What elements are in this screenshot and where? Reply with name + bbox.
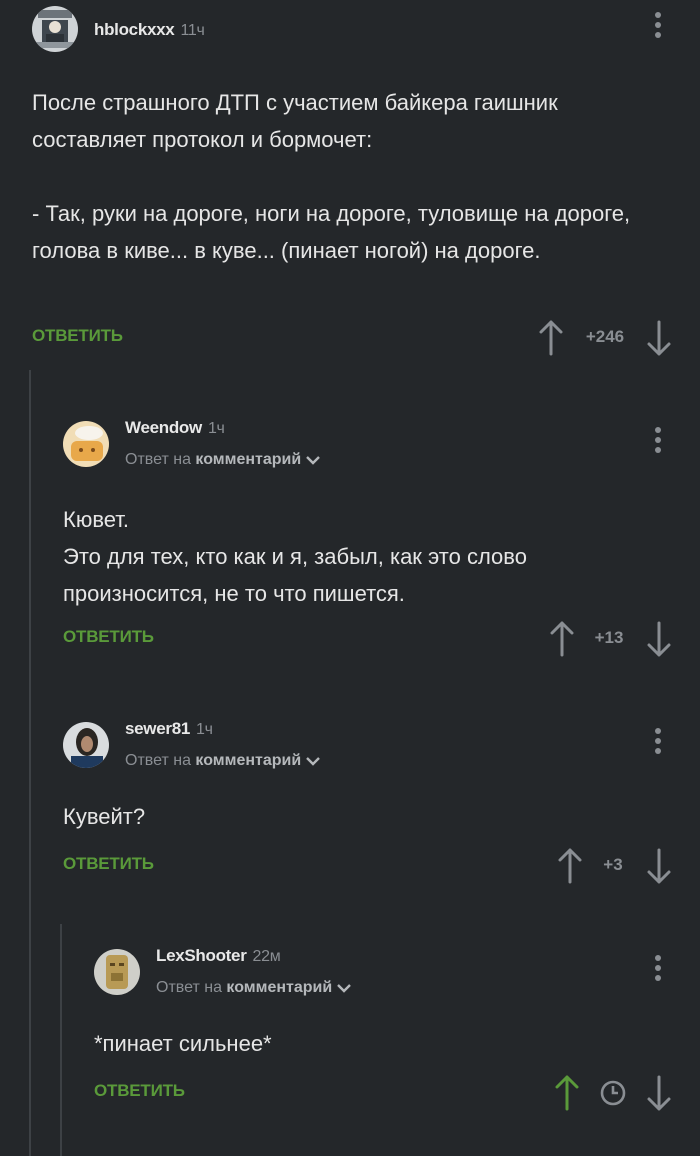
thread-line-level-2 — [60, 924, 62, 1156]
kebab-menu-icon[interactable] — [653, 955, 663, 985]
reply-button[interactable]: ОТВЕТИТЬ — [63, 854, 154, 874]
upvote-arrow-icon[interactable] — [557, 846, 583, 886]
comment-header: Weendow 1ч Ответ на комментарий — [63, 415, 672, 469]
chevron-down-icon[interactable] — [305, 454, 321, 466]
comment-lexshooter: LexShooter 22м Ответ на комментарий *пина… — [94, 943, 672, 1111]
downvote-arrow-icon[interactable] — [646, 1073, 672, 1113]
reply-button[interactable]: ОТВЕТИТЬ — [32, 326, 123, 346]
author-label[interactable]: Weendow — [125, 418, 202, 437]
comment-time: 22м — [252, 948, 281, 965]
chevron-down-icon[interactable] — [305, 755, 321, 767]
comment-text: После страшного ДТП с участием байкера г… — [32, 90, 631, 263]
reply-to-link[interactable]: Ответ на комментарий — [125, 752, 321, 770]
comment-time: 1ч — [196, 721, 213, 738]
author-label[interactable]: hblockxxx — [94, 20, 175, 39]
comment-actions: ОТВЕТИТЬ — [94, 1073, 672, 1113]
comment-text: *пинает сильнее* — [94, 1031, 272, 1056]
avatar[interactable] — [94, 949, 140, 995]
comment-header: sewer81 1ч Ответ на комментарий — [63, 716, 672, 770]
vote-score: +3 — [603, 855, 623, 874]
author-name[interactable]: LexShooter 22м — [156, 946, 281, 966]
reply-to-link[interactable]: Ответ на комментарий — [125, 451, 321, 469]
reply-to-target[interactable]: комментарий — [195, 752, 301, 769]
comment-time: 1ч — [207, 420, 225, 437]
reply-to-target[interactable]: комментарий — [226, 979, 332, 996]
downvote-arrow-icon[interactable] — [646, 619, 672, 659]
kebab-menu-icon[interactable] — [653, 12, 663, 42]
comment-weendow: Weendow 1ч Ответ на комментарий Кювет. Эт… — [63, 415, 672, 657]
author-name[interactable]: hblockxxx 11ч — [94, 20, 205, 40]
comment-actions: ОТВЕТИТЬ +13 — [63, 619, 672, 659]
downvote-arrow-icon[interactable] — [646, 318, 672, 358]
author-name[interactable]: Weendow 1ч — [125, 418, 225, 438]
upvote-arrow-icon[interactable] — [549, 619, 575, 659]
reply-button[interactable]: ОТВЕТИТЬ — [94, 1081, 185, 1101]
downvote-arrow-icon[interactable] — [646, 846, 672, 886]
chevron-down-icon[interactable] — [336, 982, 352, 994]
comment-text: Кувейт? — [63, 804, 146, 829]
comment-actions: ОТВЕТИТЬ +3 — [63, 846, 672, 886]
author-name[interactable]: sewer81 1ч — [125, 719, 213, 739]
comment-hblockxxx: hblockxxx 11ч После страшного ДТП с участ… — [32, 0, 672, 356]
reply-button[interactable]: ОТВЕТИТЬ — [63, 627, 154, 647]
avatar[interactable] — [32, 6, 78, 52]
comment-time: 11ч — [180, 22, 205, 39]
comment-actions: ОТВЕТИТЬ +246 — [32, 318, 672, 358]
reply-to-prefix: Ответ на — [156, 979, 222, 996]
reply-to-target[interactable]: комментарий — [195, 451, 301, 468]
avatar[interactable] — [63, 421, 109, 467]
reply-to-link[interactable]: Ответ на комментарий — [156, 979, 352, 997]
upvote-arrow-icon[interactable] — [538, 318, 564, 358]
author-label[interactable]: LexShooter — [156, 946, 247, 965]
avatar[interactable] — [63, 722, 109, 768]
comment-header: hblockxxx 11ч — [32, 6, 672, 60]
vote-score: +13 — [594, 628, 624, 647]
reply-to-prefix: Ответ на — [125, 752, 191, 769]
vote-score: +246 — [585, 327, 625, 346]
reply-to-prefix: Ответ на — [125, 451, 191, 468]
author-label[interactable]: sewer81 — [125, 719, 190, 738]
kebab-menu-icon[interactable] — [653, 427, 663, 457]
upvote-arrow-icon[interactable] — [554, 1073, 580, 1113]
clock-icon — [599, 1073, 627, 1113]
thread-line-level-1 — [29, 370, 31, 1156]
comment-header: LexShooter 22м Ответ на комментарий — [94, 943, 672, 997]
kebab-menu-icon[interactable] — [653, 728, 663, 758]
comment-sewer81: sewer81 1ч Ответ на комментарий Кувейт? О… — [63, 716, 672, 884]
comment-text: Кювет. Это для тех, кто как и я, забыл, … — [63, 507, 527, 606]
